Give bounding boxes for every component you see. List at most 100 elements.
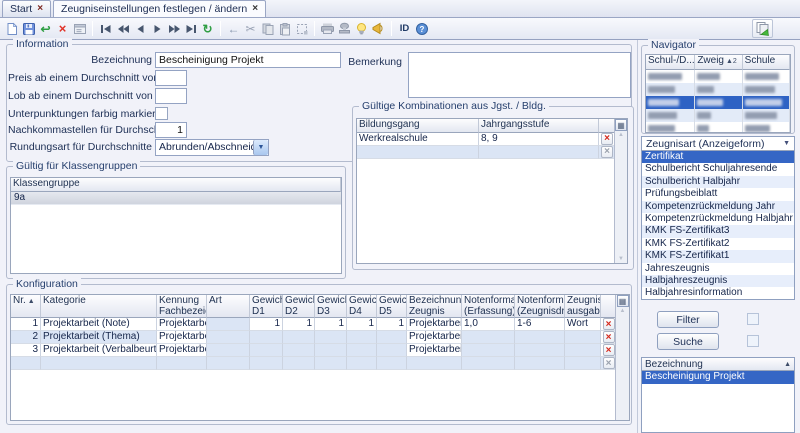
refresh-button[interactable]: ↻ xyxy=(199,19,216,38)
ergebnis-header[interactable]: Bezeichnung ▲ xyxy=(642,358,794,371)
column-header[interactable]: Bildungsgang xyxy=(357,119,479,133)
nav-back-icon xyxy=(134,23,146,35)
preis-input[interactable] xyxy=(155,70,187,86)
export-button[interactable] xyxy=(752,19,773,38)
cut-button[interactable]: ✂ xyxy=(242,19,259,38)
filter-button[interactable]: Filter xyxy=(657,311,719,328)
nav-fast-forward-button[interactable] xyxy=(165,19,182,38)
nav-back-button[interactable] xyxy=(131,19,148,38)
bezeichnung-input[interactable] xyxy=(155,52,341,68)
nav-fast-back-button[interactable] xyxy=(114,19,131,38)
table-row-redacted[interactable] xyxy=(646,109,790,122)
unterpunktungen-checkbox[interactable] xyxy=(155,107,168,120)
copy-button[interactable] xyxy=(259,19,276,38)
column-header[interactable]: Schule xyxy=(743,55,790,70)
scroll-down-icon[interactable]: ▼ xyxy=(618,255,624,263)
table-row[interactable]: 2Projektarbeit (Thema)Projektarbei...Pro… xyxy=(11,331,629,344)
column-header[interactable]: Zweig▲2 xyxy=(695,55,742,70)
delete-row-button[interactable]: × xyxy=(601,133,613,145)
suche-checkbox[interactable] xyxy=(747,335,759,347)
column-header[interactable]: Gewicht D3 xyxy=(315,295,347,318)
column-header[interactable]: Notenformat (Erfassung) xyxy=(462,295,515,318)
table-row-redacted[interactable] xyxy=(646,122,790,134)
column-header[interactable]: Gewicht D1 xyxy=(250,295,283,318)
lightbulb-button[interactable] xyxy=(353,19,370,38)
column-header[interactable]: Jahrgangsstufe xyxy=(479,119,599,133)
delete-button[interactable]: × xyxy=(54,19,71,38)
column-header[interactable]: Nr.▲ xyxy=(11,295,41,318)
zeugnisart-item[interactable]: KMK FS-Zertifikat1 xyxy=(642,250,794,262)
delete-row-button[interactable]: × xyxy=(603,344,615,356)
table-row-redacted[interactable] xyxy=(646,70,790,83)
zeugnisart-item[interactable]: Schulbericht Schuljahresende xyxy=(642,163,794,175)
suche-button[interactable]: Suche xyxy=(657,333,719,350)
column-chooser-icon[interactable]: ▦ xyxy=(615,119,627,131)
delete-row-button[interactable]: × xyxy=(603,318,615,330)
column-header[interactable]: Bezeichnung Zeugnis xyxy=(407,295,462,318)
column-header[interactable]: Schul-/D...▲1 xyxy=(646,55,695,70)
zeugnisart-item[interactable]: Kompetenzrückmeldung Halbjahr xyxy=(642,213,794,225)
table-row-redacted[interactable] xyxy=(646,96,790,109)
rundungsart-select[interactable]: Abrunden/Abschneiden▼ xyxy=(155,139,269,156)
column-header[interactable]: Notenformat (Zeugnisdruck) xyxy=(515,295,565,318)
zeugnisart-item[interactable]: Kompetenzrückmeldung Jahr xyxy=(642,201,794,213)
chevron-down-icon[interactable]: ▼ xyxy=(253,140,268,155)
table-row-redacted[interactable] xyxy=(646,83,790,96)
column-header[interactable]: Gewicht D4 xyxy=(347,295,377,318)
save-button[interactable] xyxy=(20,19,37,38)
table-row[interactable]: Bescheinigung Projekt xyxy=(642,371,794,384)
megaphone-button[interactable] xyxy=(370,19,387,38)
scroll-up-icon[interactable]: ▲ xyxy=(620,307,626,315)
app-window: Start×Zeugniseinstellungen festlegen / ä… xyxy=(0,0,800,433)
column-chooser-icon[interactable]: ▦ xyxy=(617,295,629,307)
tab-zeugniseinstellungen[interactable]: Zeugniseinstellungen festlegen / ändern× xyxy=(53,0,266,17)
table-row[interactable]: × xyxy=(11,357,629,370)
column-header[interactable]: Art xyxy=(207,295,250,318)
zeugnisart-header[interactable]: Zeugnisart (Anzeigeform) ▼ xyxy=(642,137,794,151)
nav-first-button[interactable] xyxy=(97,19,114,38)
selection-button[interactable] xyxy=(293,19,310,38)
tab-close-icon[interactable]: × xyxy=(37,4,43,14)
nav-last-button[interactable] xyxy=(182,19,199,38)
id-button[interactable]: ID xyxy=(396,19,413,38)
filter-checkbox[interactable] xyxy=(747,313,759,325)
column-header[interactable]: Gewicht D2 xyxy=(283,295,315,318)
zeugnisart-item[interactable]: Schulbericht Halbjahr xyxy=(642,176,794,188)
table-row[interactable]: 9a xyxy=(11,192,341,205)
new-document-button[interactable] xyxy=(3,19,20,38)
zeugnisart-item[interactable]: Jahreszeugnis xyxy=(642,263,794,275)
print-button[interactable] xyxy=(319,19,336,38)
table-row[interactable]: × xyxy=(357,146,627,159)
zeugnisart-item[interactable]: Halbjahresinformation xyxy=(642,287,794,299)
column-header[interactable]: Kategorie xyxy=(41,295,157,318)
tab-close-icon[interactable]: × xyxy=(252,4,258,14)
column-header[interactable]: Klassengruppe xyxy=(11,178,341,192)
column-header[interactable]: Zeugnis- ausgabe xyxy=(565,295,601,318)
tab-start[interactable]: Start× xyxy=(2,0,51,17)
stamp-button[interactable] xyxy=(336,19,353,38)
nachkommastellen-input[interactable] xyxy=(155,122,187,138)
undo-button[interactable]: ↩ xyxy=(37,19,54,38)
table-row[interactable]: Werkrealschule8, 9× xyxy=(357,133,627,146)
zeugnisart-item[interactable]: KMK FS-Zertifikat2 xyxy=(642,238,794,250)
delete-row-button[interactable]: × xyxy=(603,331,615,343)
zeugnisart-item[interactable]: Zertifikat xyxy=(642,151,794,163)
zeugnisart-item[interactable]: Halbjahreszeugnis xyxy=(642,275,794,287)
grid-scrollbar[interactable]: ▦▲ xyxy=(615,295,629,420)
arrow-left-button[interactable]: ← xyxy=(225,19,242,38)
table-row[interactable]: 1Projektarbeit (Note)Projektarbei...1111… xyxy=(11,318,629,331)
help-button[interactable]: ? xyxy=(413,19,430,38)
paste-button[interactable] xyxy=(276,19,293,38)
form-properties-button[interactable] xyxy=(71,19,88,38)
table-row[interactable]: 3Projektarbeit (Verbalbeurteilung)Projek… xyxy=(11,344,629,357)
grid-scrollbar[interactable]: ▦▲ ▼ xyxy=(614,119,627,263)
lob-input[interactable] xyxy=(155,88,187,104)
nav-forward-button[interactable] xyxy=(148,19,165,38)
panel-splitter[interactable] xyxy=(637,40,638,433)
scroll-up-icon[interactable]: ▲ xyxy=(618,131,624,139)
bemerkung-textarea[interactable] xyxy=(408,52,631,98)
zeugnisart-item[interactable]: KMK FS-Zertifikat3 xyxy=(642,225,794,237)
column-header[interactable]: Gewicht D5 xyxy=(377,295,407,318)
column-header[interactable]: Kennung Fachbezeichnu xyxy=(157,295,207,318)
zeugnisart-item[interactable]: Prüfungsbeiblatt xyxy=(642,188,794,200)
